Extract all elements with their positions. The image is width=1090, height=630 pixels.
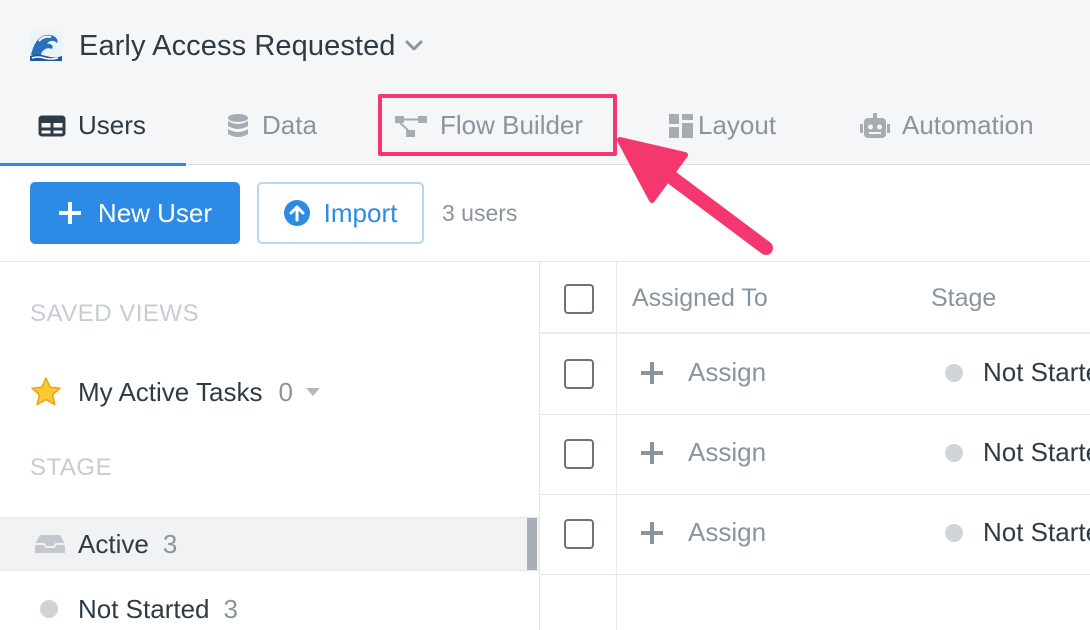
table-row[interactable]: Assign Not Started (540, 335, 1090, 415)
inbox-tray-icon (35, 535, 65, 553)
saved-view-label: My Active Tasks (78, 376, 263, 407)
table-header: Assigned To Stage (540, 262, 1090, 334)
stage-value: Not Started (983, 437, 1090, 467)
table-row[interactable]: Assign Not Started (540, 415, 1090, 495)
row-checkbox[interactable] (564, 359, 594, 389)
caret-down-icon[interactable] (305, 387, 321, 397)
status-dot-icon (40, 600, 58, 618)
layout-icon (669, 113, 693, 138)
saved-view-count: 0 (278, 376, 293, 407)
stage-heading: STAGE (30, 454, 113, 481)
chevron-down-icon[interactable] (404, 39, 424, 53)
stage-item-label: Not Started (78, 593, 210, 624)
tab-users[interactable]: Users (0, 96, 186, 166)
assign-label: Assign (688, 517, 767, 547)
plus-icon (58, 202, 81, 224)
saved-views-heading: SAVED VIEWS (30, 300, 200, 327)
tab-users-label: Users (78, 110, 146, 140)
plus-icon (641, 521, 663, 544)
row-checkbox[interactable] (564, 439, 594, 469)
saved-view-my-active-tasks[interactable]: My Active Tasks 0 (30, 372, 321, 412)
assign-button[interactable]: Assign (640, 437, 766, 468)
column-header-assigned-to[interactable]: Assigned To (632, 284, 768, 313)
sidebar: SAVED VIEWS My Active Tasks 0 STAGE Acti… (0, 261, 540, 630)
select-all-checkbox[interactable] (564, 284, 594, 314)
stage-item-active[interactable]: Active 3 (0, 517, 539, 571)
table-grid-icon (38, 115, 66, 136)
top-header: Early Access Requested Users Data Flow B… (0, 0, 1090, 166)
robot-icon (860, 112, 890, 138)
status-dot-icon (945, 443, 963, 462)
tab-bar: Users Data Flow Builder Layout Automatio… (0, 96, 1090, 166)
star-icon (31, 377, 61, 406)
stage-cell[interactable]: Not Started (945, 517, 1090, 548)
upload-circle-icon (283, 200, 310, 226)
user-count: 3 users (442, 200, 518, 226)
column-header-stage[interactable]: Stage (931, 284, 996, 313)
plus-icon (641, 361, 663, 384)
view-title: Early Access Requested (79, 29, 396, 62)
assign-label: Assign (688, 357, 767, 387)
stage-cell[interactable]: Not Started (945, 437, 1090, 468)
import-label: Import (323, 197, 398, 228)
new-user-label: New User (97, 197, 213, 228)
flow-diagram-icon (395, 115, 427, 137)
stage-value: Not Started (983, 517, 1090, 547)
stage-item-label: Active (78, 528, 149, 559)
tab-automation[interactable]: Automation (860, 96, 1034, 165)
assign-button[interactable]: Assign (640, 357, 766, 388)
wave-emoji-icon (29, 31, 63, 61)
tab-layout-label: Layout (698, 110, 777, 140)
table-row[interactable]: Assign Not Started (540, 495, 1090, 575)
stage-value: Not Started (983, 357, 1090, 387)
tab-data-label: Data (262, 110, 317, 140)
toolbar: New User Import 3 users (0, 166, 1090, 261)
view-title-row[interactable]: Early Access Requested (28, 26, 424, 66)
tab-automation-label: Automation (902, 110, 1034, 140)
assign-label: Assign (688, 437, 767, 467)
row-checkbox[interactable] (564, 519, 594, 549)
assign-button[interactable]: Assign (640, 517, 766, 548)
stage-cell[interactable]: Not Started (945, 357, 1090, 388)
tab-data[interactable]: Data (226, 96, 317, 165)
stage-item-not-started[interactable]: Not Started 3 (0, 582, 539, 630)
stage-item-count: 3 (223, 593, 238, 624)
status-dot-icon (945, 523, 963, 542)
import-button[interactable]: Import (257, 182, 424, 244)
status-dot-icon (945, 363, 963, 382)
database-icon (228, 113, 248, 137)
tab-flow-builder-label: Flow Builder (440, 110, 584, 140)
users-table: Assigned To Stage Assign Not Started Ass… (540, 261, 1090, 630)
new-user-button[interactable]: New User (30, 182, 240, 244)
tab-layout[interactable]: Layout (668, 96, 776, 165)
plus-icon (641, 441, 663, 464)
stage-item-count: 3 (162, 528, 178, 559)
tab-flow-builder[interactable]: Flow Builder (394, 96, 583, 165)
